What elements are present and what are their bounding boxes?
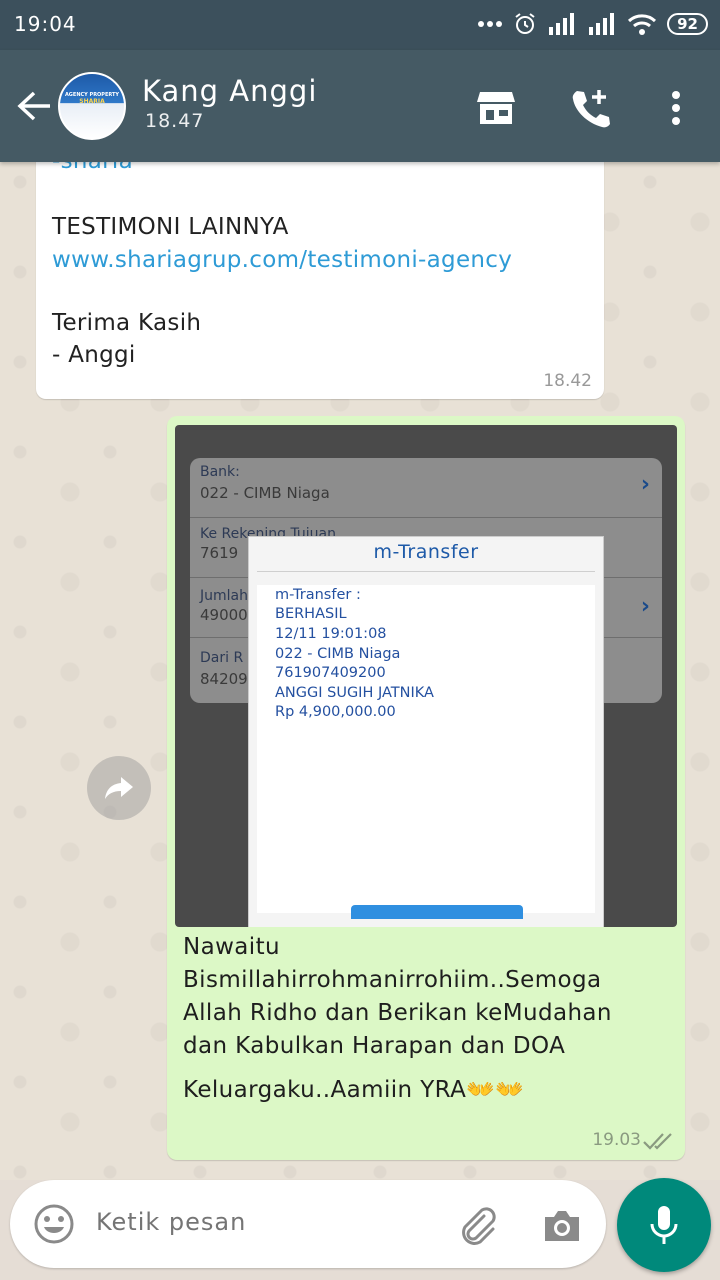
chat-header: AGENCY PROPERTY SHARIA Kang Anggi 18.47 — [0, 50, 720, 162]
more-notifications-icon — [478, 21, 503, 27]
screenshot-value: 84209 — [200, 670, 248, 688]
chat-area[interactable]: -sharia TESTIMONI LAINNYA www.shariagrup… — [0, 162, 720, 1180]
screenshot-row: Bank: 022 - CIMB Niaga › — [190, 458, 662, 518]
screenshot-label: Jumlah — [200, 588, 248, 604]
incoming-message-bubble[interactable]: -sharia TESTIMONI LAINNYA www.shariagrup… — [36, 162, 604, 399]
add-call-button[interactable] — [566, 84, 614, 132]
message-link[interactable]: www.shariagrup.com/testimoni-agency — [52, 247, 512, 273]
dialog-line: 12/11 19:01:08 — [275, 626, 387, 642]
dialog-divider — [257, 571, 595, 572]
contact-name[interactable]: Kang Anggi — [142, 74, 317, 108]
outgoing-message-bubble[interactable]: Bank: 022 - CIMB Niaga › Ke Rekening Tuj… — [167, 416, 685, 1160]
screenshot-label: Bank: — [200, 464, 240, 480]
dialog-line: 022 - CIMB Niaga — [275, 646, 401, 662]
camera-icon — [545, 1211, 579, 1241]
avatar-text-2: SHARIA — [79, 98, 105, 105]
store-icon — [477, 92, 515, 124]
caption-line: Keluargaku..Aamiin YRA👐👐 — [183, 1077, 525, 1103]
message-timestamp: 19.03 — [592, 1130, 641, 1150]
caption-line: Bismillahirrohmanirrohiim..Semoga — [183, 967, 602, 993]
more-vert-icon — [672, 91, 680, 125]
message-line: - Anggi — [52, 342, 136, 368]
screenshot-value: 022 - CIMB Niaga — [200, 484, 330, 502]
message-input-bar — [0, 1178, 720, 1280]
wifi-icon — [628, 14, 657, 35]
chevron-right-icon: › — [640, 472, 650, 497]
voice-record-button[interactable] — [617, 1178, 711, 1272]
signal-icon-2 — [589, 13, 615, 35]
chevron-right-icon: › — [640, 594, 650, 619]
dialog-body: m-Transfer : BERHASIL 12/11 19:01:08 022… — [257, 585, 595, 919]
dialog-line: BERHASIL — [275, 606, 347, 622]
message-line: Terima Kasih — [52, 310, 202, 336]
screenshot-label: Dari R — [200, 650, 244, 666]
forward-button[interactable] — [87, 756, 151, 820]
add-call-icon — [572, 90, 610, 128]
message-input-container[interactable] — [10, 1180, 606, 1268]
attach-button[interactable] — [454, 1202, 502, 1250]
camera-button[interactable] — [538, 1202, 586, 1250]
screenshot-value: 49000 — [200, 606, 248, 624]
signal-icon — [549, 13, 575, 35]
dialog-line: m-Transfer : — [275, 587, 361, 603]
back-arrow-icon — [17, 91, 50, 121]
message-line: TESTIMONI LAINNYA — [52, 214, 289, 240]
emoji-icon — [34, 1204, 74, 1244]
m-transfer-dialog: m-Transfer m-Transfer : BERHASIL 12/11 1… — [248, 536, 604, 927]
emoji-button[interactable] — [32, 1202, 76, 1246]
message-link-fragment[interactable]: -sharia — [52, 162, 133, 174]
forward-icon — [105, 777, 133, 799]
business-store-button[interactable] — [472, 84, 520, 132]
alarm-icon — [515, 13, 535, 34]
message-timestamp: 18.42 — [543, 371, 592, 391]
message-input[interactable] — [96, 1208, 426, 1236]
status-bar: 19:04 92 — [0, 0, 720, 50]
caption-line: Allah Ridho dan Berikan keMudahan — [183, 1000, 612, 1026]
status-icons: 92 — [477, 12, 708, 36]
status-time: 19:04 — [14, 12, 77, 36]
screenshot-value: 7619 — [200, 544, 239, 562]
contact-avatar[interactable]: AGENCY PROPERTY SHARIA — [58, 72, 126, 140]
dialog-line: 761907409200 — [275, 665, 386, 681]
dialog-ok-button — [351, 905, 523, 919]
caption-line: Nawaitu — [183, 934, 280, 960]
overflow-menu-button[interactable] — [652, 84, 700, 132]
contact-last-seen: 18.47 — [145, 110, 205, 132]
dialog-line: Rp 4,900,000.00 — [275, 704, 396, 720]
dialog-title: m-Transfer — [373, 541, 479, 563]
dialog-line: ANGGI SUGIH JATNIKA — [275, 685, 434, 701]
caption-line: dan Kabulkan Harapan dan DOA — [183, 1033, 566, 1059]
transfer-screenshot-image[interactable]: Bank: 022 - CIMB Niaga › Ke Rekening Tuj… — [175, 425, 677, 927]
read-double-check-icon — [643, 1133, 672, 1150]
paperclip-icon — [462, 1207, 496, 1245]
microphone-icon — [650, 1206, 678, 1244]
battery-indicator: 92 — [667, 13, 708, 35]
back-button[interactable] — [12, 84, 56, 128]
